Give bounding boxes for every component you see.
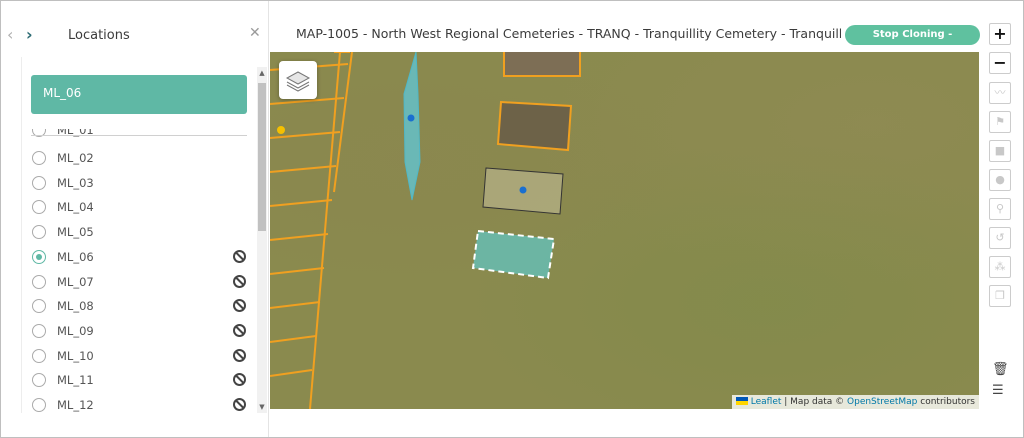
panel-scrollbar[interactable]: ▲ ▼ bbox=[257, 67, 267, 413]
map-view[interactable]: Leaflet | Map data © OpenStreetMap contr… bbox=[270, 52, 979, 409]
attribution-text: | Map data © bbox=[781, 397, 848, 407]
radio-button[interactable] bbox=[32, 274, 46, 289]
list-item-label: ML_11 bbox=[57, 373, 94, 388]
list-item-label: ML_06 bbox=[57, 249, 94, 264]
list-item-label: ML_04 bbox=[57, 200, 94, 215]
zoom-out-button[interactable]: − bbox=[989, 52, 1011, 74]
plot-grid bbox=[270, 52, 353, 409]
radio-button[interactable] bbox=[32, 200, 46, 215]
stop-cloning-button[interactable]: Stop Cloning - POLYGON bbox=[845, 25, 980, 60]
radio-button[interactable] bbox=[32, 323, 46, 338]
panel-title: Locations bbox=[68, 28, 130, 43]
list-item[interactable]: ML_10 bbox=[22, 345, 258, 369]
list-item[interactable]: ML_08 bbox=[22, 295, 258, 319]
chevron-right-icon[interactable]: › bbox=[26, 27, 33, 43]
block-icon[interactable] bbox=[233, 274, 246, 288]
map-plot-middle[interactable] bbox=[496, 100, 573, 152]
block-icon[interactable] bbox=[233, 373, 246, 387]
list-item[interactable]: ML_04 bbox=[22, 196, 258, 220]
list-item-label: ML_08 bbox=[57, 299, 94, 314]
list-item[interactable]: ML_05 bbox=[22, 221, 258, 245]
list-item-label: ML_09 bbox=[57, 323, 94, 338]
cloning-icon[interactable]: ⁂ bbox=[989, 256, 1011, 278]
list-item-label: ML_07 bbox=[57, 274, 94, 289]
layers-icon bbox=[285, 71, 311, 92]
polyline-icon[interactable]: 〰 bbox=[989, 82, 1011, 104]
map-overlay bbox=[270, 52, 581, 409]
radio-button[interactable] bbox=[32, 249, 46, 264]
list-item[interactable]: ML_12 bbox=[22, 394, 258, 413]
locations-panel: ‹ › Locations ✕ ML_06 ML_01 ML_02 ML_03 ML… bbox=[1, 1, 269, 437]
close-icon[interactable]: ✕ bbox=[249, 25, 261, 41]
list-item-label: ML_03 bbox=[57, 175, 94, 190]
attribution-suffix: contributors bbox=[917, 397, 975, 407]
list-item-label: ML_02 bbox=[57, 151, 94, 165]
trash-icon[interactable]: 🗑 bbox=[992, 362, 1009, 377]
ukraine-flag-icon bbox=[735, 397, 748, 405]
list-divider bbox=[31, 135, 247, 136]
cloning-polygon[interactable] bbox=[471, 229, 556, 280]
radio-button[interactable] bbox=[32, 151, 46, 165]
map-polygon-sliver[interactable] bbox=[403, 52, 421, 201]
list-item[interactable]: ML_02 bbox=[22, 147, 258, 171]
block-icon[interactable] bbox=[233, 249, 246, 263]
block-icon[interactable] bbox=[233, 299, 246, 313]
radio-button[interactable] bbox=[32, 299, 46, 314]
radio-button[interactable] bbox=[32, 348, 46, 363]
map-title: MAP-1005 - North West Regional Cemeterie… bbox=[296, 26, 841, 41]
list-item-label: ML_10 bbox=[57, 348, 94, 363]
list-item[interactable]: ML_06 bbox=[22, 246, 258, 270]
marker-icon[interactable]: ⚲ bbox=[989, 198, 1011, 220]
leaflet-link[interactable]: Leaflet bbox=[751, 397, 782, 407]
block-icon[interactable] bbox=[233, 323, 246, 337]
scroll-down-arrow-icon[interactable]: ▼ bbox=[258, 403, 266, 411]
list-item-label: ML_05 bbox=[57, 225, 94, 240]
map-attribution: Leaflet | Map data © OpenStreetMap contr… bbox=[731, 395, 979, 409]
chevron-left-icon[interactable]: ‹ bbox=[7, 27, 13, 43]
zoom-in-button[interactable]: + bbox=[989, 23, 1011, 45]
list-item[interactable]: ML_03 bbox=[22, 172, 258, 196]
openstreetmap-link[interactable]: OpenStreetMap bbox=[847, 397, 917, 407]
scroll-up-arrow-icon[interactable]: ▲ bbox=[258, 69, 266, 77]
radio-button[interactable] bbox=[32, 175, 46, 190]
list-item[interactable]: ML_09 bbox=[22, 320, 258, 344]
scroll-thumb[interactable] bbox=[258, 83, 266, 231]
layers-button[interactable] bbox=[279, 61, 317, 99]
copy-icon[interactable]: ❐ bbox=[989, 285, 1011, 307]
undo-icon[interactable]: ↺ bbox=[989, 227, 1011, 249]
sun-marker-icon[interactable] bbox=[277, 126, 285, 134]
block-icon[interactable] bbox=[233, 398, 246, 411]
circle-icon[interactable]: ● bbox=[989, 169, 1011, 191]
locations-list-container: ML_06 ML_01 ML_02 ML_03 ML_04 ML_05 ML_06 ML_… bbox=[21, 57, 269, 413]
block-icon[interactable] bbox=[233, 348, 246, 362]
list-item-label: ML_12 bbox=[57, 398, 94, 412]
radio-button[interactable] bbox=[32, 225, 46, 240]
radio-button[interactable] bbox=[32, 373, 46, 388]
database-icon[interactable]: ☰ bbox=[992, 383, 1004, 398]
square-icon[interactable]: ■ bbox=[989, 140, 1011, 162]
list-item-partial[interactable]: ML_01 bbox=[22, 129, 258, 139]
map-plot-top[interactable] bbox=[503, 52, 581, 77]
list-item[interactable]: ML_11 bbox=[22, 369, 258, 393]
radio-button[interactable] bbox=[32, 398, 46, 412]
polygon-vertex[interactable] bbox=[519, 186, 527, 194]
flag-icon[interactable]: ⚑ bbox=[989, 111, 1011, 133]
polygon-vertex[interactable] bbox=[407, 114, 415, 122]
selected-location-card[interactable]: ML_06 bbox=[31, 75, 247, 114]
list-item[interactable]: ML_07 bbox=[22, 271, 258, 295]
